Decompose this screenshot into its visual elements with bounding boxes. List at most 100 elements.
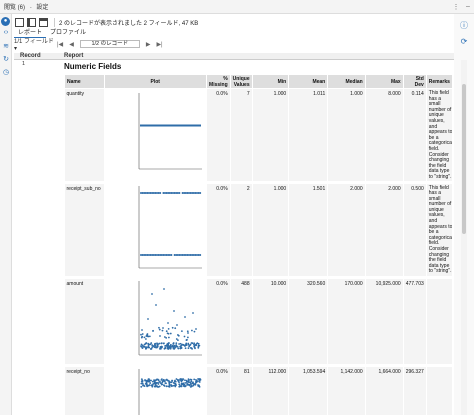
prev-record-icon[interactable]: ◀ (69, 41, 74, 48)
field-select-value: 1/1 フィールド (14, 39, 54, 45)
plot-point (166, 331, 169, 334)
quantity-plot (138, 93, 202, 170)
remarks-text: This field has a small number of unique … (426, 88, 452, 184)
plot-point (156, 344, 159, 346)
plot-point (184, 381, 186, 384)
more-options-icon[interactable]: ⋮ (450, 3, 462, 11)
min-value: 10.000 (252, 277, 290, 367)
plot-point (161, 326, 164, 329)
plot-point (149, 379, 152, 381)
header-min: Min (251, 74, 290, 89)
minimize-icon[interactable]: – (462, 3, 474, 10)
plot-point (155, 341, 158, 344)
record-status: 2 のレコードが表示されました 2 フィールド, 47 KB (54, 17, 198, 27)
plot-point (175, 323, 178, 326)
plot-point (174, 382, 177, 385)
plot-point (147, 343, 150, 346)
plot-point (167, 327, 170, 330)
plot-point (183, 315, 186, 318)
plot-point (172, 384, 174, 387)
report-scrollbar[interactable] (461, 60, 467, 415)
unique-value: 81 (230, 365, 253, 415)
split-view-icon[interactable] (27, 17, 36, 27)
record-column-header[interactable]: Record (20, 53, 41, 59)
plot-point (198, 253, 201, 256)
plot-point (163, 347, 166, 350)
plot-point (177, 378, 179, 381)
plot-points (139, 287, 200, 350)
record-position-input[interactable]: 1/2 のレコード (79, 40, 140, 48)
min-value: 112.000 (252, 365, 290, 415)
next-record-icon[interactable]: ▶ (146, 41, 151, 48)
report-column-header[interactable]: Report (64, 53, 83, 59)
plot-point (176, 333, 179, 336)
plot-point (163, 344, 166, 347)
plot-point (161, 382, 163, 385)
plot-point (198, 380, 201, 383)
code-icon[interactable]: ‹› (0, 29, 12, 39)
plot-point (163, 335, 166, 338)
circle-icon[interactable]: ● (1, 17, 10, 26)
plot-point (176, 345, 179, 348)
plot-point (172, 341, 175, 344)
plot-point (194, 327, 197, 330)
scrollbar-thumb[interactable] (462, 84, 466, 234)
plot-point (150, 292, 153, 295)
remarks-text (426, 365, 452, 415)
plot-point (140, 385, 142, 388)
plot-point (183, 335, 186, 337)
plot-point (185, 338, 188, 341)
layers-icon[interactable]: ≋ (0, 42, 12, 52)
plot-point-band (139, 124, 201, 127)
max-value: 2.000 (365, 182, 404, 279)
last-record-icon[interactable]: ▶| (156, 41, 162, 48)
plot-point (146, 333, 148, 336)
header-view-icon[interactable] (39, 17, 48, 27)
plot-point (144, 379, 146, 382)
unique-value: 7 (230, 88, 253, 184)
plot-point (191, 311, 194, 314)
plot-point (181, 377, 184, 380)
plot-point (172, 309, 175, 312)
plot-point (148, 379, 150, 382)
refresh-icon[interactable]: ↻ (0, 55, 12, 65)
history-icon[interactable]: ◷ (0, 68, 12, 78)
grid-view-icon[interactable] (15, 17, 24, 27)
plot-point (186, 331, 189, 334)
plot-point (193, 341, 195, 344)
sync-icon[interactable]: ⟳ (454, 37, 474, 46)
plot-point (140, 336, 143, 338)
plot-point (161, 329, 164, 332)
first-record-icon[interactable]: |◀ (57, 41, 63, 48)
unique-value: 2 (230, 182, 253, 279)
plot-point (188, 383, 191, 386)
window-title-settings[interactable]: 設定 (36, 5, 48, 11)
stddev-value: 296.327 (403, 365, 427, 415)
header-missing: % Missing (205, 74, 231, 89)
plot-point (184, 346, 187, 349)
plot-point (169, 347, 172, 349)
plot-point (171, 344, 174, 347)
plot-point (190, 329, 193, 331)
plot-point (142, 345, 145, 348)
plot-point (154, 378, 157, 381)
plot-point (148, 383, 151, 386)
field-select[interactable]: 1/1 フィールド ▾ (14, 36, 54, 52)
max-value: 1,664.000 (365, 365, 404, 415)
plot-cell (104, 88, 207, 184)
plot-point (172, 381, 175, 384)
header-remarks: Remarks (425, 74, 452, 89)
header-plot: Plot (103, 74, 207, 89)
plot-point (154, 382, 157, 385)
plot-point (183, 344, 186, 347)
plot-point (175, 341, 177, 344)
plot-point (154, 303, 157, 306)
plot-point (151, 385, 153, 388)
plot-point (187, 346, 190, 349)
info-icon[interactable]: ⓘ (454, 20, 474, 31)
plot-point (178, 191, 181, 194)
plot-point (147, 345, 150, 348)
median-value: 1.000 (327, 88, 366, 184)
plot-point (198, 191, 201, 194)
plot-point (173, 346, 176, 349)
